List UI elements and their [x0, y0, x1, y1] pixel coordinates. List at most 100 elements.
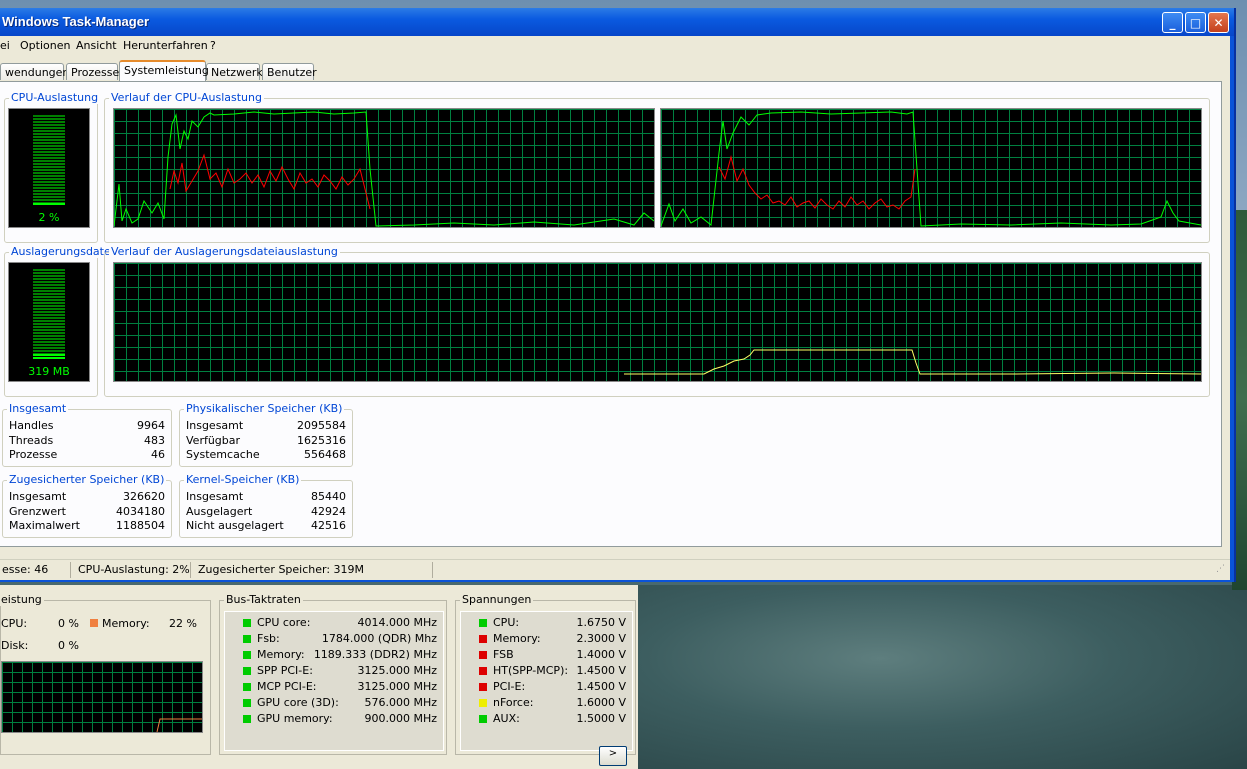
cpu-history-group: Verlauf der CPU-Auslastung: [104, 91, 1210, 243]
voltage-label: Spannungen: [460, 593, 534, 606]
stat-row: Maximalwert 1188504: [9, 519, 165, 533]
cpu-history-plot-core-2: [661, 111, 1201, 227]
cpu-load-label: CPU:: [1, 617, 28, 630]
tab-processes[interactable]: Prozesse: [66, 63, 119, 80]
status-indicator-icon: [479, 715, 487, 723]
stat-value: 85440: [311, 490, 346, 503]
disk-load-label: Disk:: [1, 639, 29, 652]
kernel-memory-label: Kernel-Speicher (KB): [184, 473, 302, 486]
stat-value: 483: [144, 434, 165, 447]
bus-clock-name: CPU core:: [257, 616, 311, 629]
stat-key: Insgesamt: [186, 419, 244, 432]
pagefile-history-plot: [624, 349, 1201, 375]
voltage-name: FSB: [493, 648, 514, 661]
voltage-name: CPU:: [493, 616, 520, 629]
cpu-history-label: Verlauf der CPU-Auslastung: [109, 91, 264, 104]
status-indicator-icon: [243, 699, 251, 707]
voltage-value: 1.4500 V: [576, 664, 626, 677]
memory-load-value: 22 %: [169, 617, 197, 630]
pagefile-history-graph: [113, 262, 1202, 382]
bus-clock-value: 3125.000 MHz: [357, 664, 437, 677]
status-separator: [70, 562, 71, 578]
stat-key: Grenzwert: [9, 505, 66, 518]
voltage-name: Memory:: [493, 632, 541, 645]
bus-clock-value: 900.000 MHz: [364, 712, 437, 725]
expand-button[interactable]: >: [599, 746, 627, 766]
status-indicator-icon: [243, 683, 251, 691]
stat-row: Systemcache 556468: [186, 448, 346, 462]
bus-clock-name: GPU memory:: [257, 712, 333, 725]
totals-label: Insgesamt: [7, 402, 69, 415]
bus-clock-value: 1189.333 (DDR2) MHz: [313, 648, 437, 661]
window-client: ei Optionen Ansicht Herunterfahren ? wen…: [0, 36, 1230, 580]
task-manager-window: Windows Task-Manager _ □ ✕ ei Optionen A…: [0, 8, 1236, 582]
bus-clock-label: Bus-Taktraten: [224, 593, 303, 606]
bus-clock-name: Fsb:: [257, 632, 280, 645]
tab-applications[interactable]: wendungen: [0, 63, 69, 80]
stat-value: 42516: [311, 519, 346, 532]
voltage-name: nForce:: [493, 696, 534, 709]
disk-load-value: 0 %: [58, 639, 79, 652]
minimize-button[interactable]: _: [1162, 12, 1183, 33]
stat-value: 1625316: [297, 434, 346, 447]
cpu-history-graph-core-1: [113, 108, 655, 228]
stat-key: Nicht ausgelagert: [186, 519, 284, 532]
stat-row: Verfügbar 1625316: [186, 434, 346, 448]
status-separator: [432, 562, 433, 578]
bus-clock-value: 1784.000 (QDR) Mhz: [321, 632, 437, 645]
memory-legend-icon: [90, 619, 98, 627]
menu-bar: ei Optionen Ansicht Herunterfahren ?: [0, 36, 1230, 56]
bus-clock-value: 4014.000 MHz: [357, 616, 437, 629]
voltage-name: AUX:: [493, 712, 520, 725]
stat-key: Insgesamt: [186, 490, 244, 503]
stat-key: Handles: [9, 419, 54, 432]
cpu-usage-label: CPU-Auslastung: [9, 91, 101, 104]
status-indicator-icon: [243, 619, 251, 627]
status-bar: esse: 46 CPU-Auslastung: 2% Zugesicherte…: [0, 559, 1230, 580]
stat-row: Handles 9964: [9, 419, 165, 433]
commit-charge-label: Zugesicherter Speicher (KB): [7, 473, 167, 486]
stat-row: Nicht ausgelagert 42516: [186, 519, 346, 533]
stat-key: Verfügbar: [186, 434, 241, 447]
cpu-usage-meter: 2 %: [8, 108, 90, 228]
stat-value: 1188504: [116, 519, 165, 532]
status-indicator-icon: [479, 699, 487, 707]
maximize-button[interactable]: □: [1185, 12, 1206, 33]
physical-memory-group: Physikalischer Speicher (KB) Insgesamt 20…: [179, 402, 353, 467]
physical-memory-label: Physikalischer Speicher (KB): [184, 402, 345, 415]
stat-row: Ausgelagert 42924: [186, 505, 346, 519]
stat-row: Grenzwert 4034180: [9, 505, 165, 519]
voltage-value: 1.4000 V: [576, 648, 626, 661]
tab-network[interactable]: Netzwerk: [206, 63, 263, 80]
pagefile-history-group: Verlauf der Auslagerungsdateiauslastung: [104, 245, 1210, 397]
commit-charge-group: Zugesicherter Speicher (KB) Insgesamt 326…: [2, 473, 172, 538]
menu-shutdown[interactable]: Herunterfahren: [123, 39, 208, 52]
performance-panel: CPU-Auslastung 2 % Verlauf der CPU-Ausla…: [0, 81, 1222, 547]
menu-help[interactable]: ?: [210, 39, 216, 52]
title-bar[interactable]: Windows Task-Manager _ □ ✕: [0, 8, 1234, 36]
cpu-history-graph-core-2: [660, 108, 1202, 228]
memory-load-label: Memory:: [102, 617, 150, 630]
resize-grip-icon[interactable]: ⋰: [1216, 564, 1225, 574]
close-button[interactable]: ✕: [1208, 12, 1229, 33]
tab-users[interactable]: Benutzer: [262, 63, 317, 80]
performance-label: eistung: [0, 593, 44, 606]
bus-clock-group: Bus-Taktraten CPU core: 4014.000 MHz Fsb: 1…: [219, 593, 447, 755]
stat-value: 4034180: [116, 505, 165, 518]
status-indicator-icon: [243, 651, 251, 659]
tab-strip: wendungen Prozesse Systemleistung Netzwe…: [0, 60, 1230, 82]
status-indicator-icon: [243, 667, 251, 675]
cpu-meter-bars: [33, 115, 65, 203]
status-commit: Zugesicherter Speicher: 319M: [198, 563, 365, 576]
tab-performance[interactable]: Systemleistung: [119, 60, 209, 81]
stat-key: Systemcache: [186, 448, 260, 461]
status-indicator-icon: [479, 667, 487, 675]
stat-value: 2095584: [297, 419, 346, 432]
menu-options[interactable]: Optionen: [20, 39, 70, 52]
performance-graph: [1, 661, 203, 733]
totals-group: Insgesamt Handles 9964 Threads 483 Prozess…: [2, 402, 172, 467]
menu-file[interactable]: ei: [0, 39, 10, 52]
stat-row: Prozesse 46: [9, 448, 165, 462]
menu-view[interactable]: Ansicht: [76, 39, 117, 52]
status-indicator-icon: [479, 683, 487, 691]
